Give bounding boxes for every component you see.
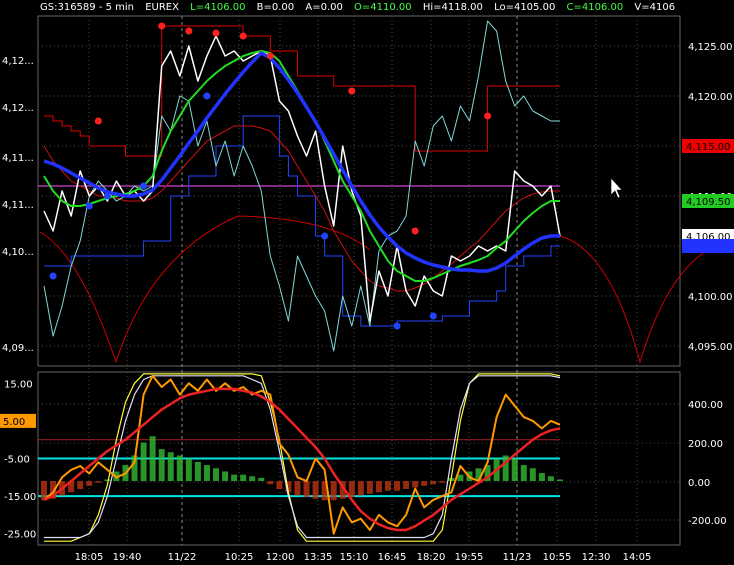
osc-right-tick-label: 0.00 [688,478,710,489]
red-signal-dot [266,52,274,60]
price-left-tick-label: 4,11... [2,200,34,211]
symbol-label: GS:316589 - 5 min [40,2,135,13]
blue-signal-dot [140,182,148,190]
x-tick-label: 12:30 [582,552,611,563]
osc-left-tick-label: -25.00 [4,530,36,541]
price-left-tick-label: 4,12... [2,103,34,114]
x-tick-label: 11/22 [168,552,197,563]
blue-signal-dot [85,202,93,210]
price-badge-label: 4,115.00 [686,142,731,153]
x-tick-label: 11/23 [503,552,532,563]
ask-price: A=0.00 [305,2,343,13]
red-signal-dot [411,227,419,235]
x-tick-label: 18:20 [417,552,446,563]
blue-signal-dot [393,322,401,330]
x-tick-label: 16:45 [378,552,407,563]
price-right-tick-label: 4,125.00 [688,42,733,53]
osc-right-tick-label: 200.00 [688,439,723,450]
close-price: C=4106.00 [566,2,624,13]
red-signal-dot [185,27,193,35]
x-tick-label: 19:55 [455,552,484,563]
price-right-tick-label: 4,120.00 [688,92,733,103]
red-signal-dot [484,112,492,120]
x-tick-label: 12:00 [266,552,295,563]
mouse-cursor-icon [610,177,623,199]
blue-signal-dot [429,312,437,320]
last-price: L=4106.00 [190,2,246,13]
price-left-tick-label: 4,10... [2,247,34,258]
price-right-tick-label: 4,100.00 [688,292,733,303]
red-signal-dot [239,32,247,40]
quote-header: GS:316589 - 5 min EUREX L=4106.00 B=0.00… [0,0,734,16]
osc-white-line [44,375,561,539]
red-signal-dot [348,87,356,95]
price-close-line [43,35,561,322]
x-tick-label: 18:05 [75,552,104,563]
price-badge-label: 4,105.00 [686,242,731,253]
osc-orange-line [43,374,561,535]
slow-ma-line [43,51,560,273]
x-tick-label: 14:05 [623,552,652,563]
price-right-tick-label: 4,095.00 [688,342,733,353]
x-tick-label: 13:35 [304,552,333,563]
price-left-tick-label: 4,09... [2,343,34,354]
price-oscillator-chart: 18:05 19:40 11/22 10:25 12:00 13:35 15:10 16:45… [0,15,734,563]
price-left-tick-label: 4,11... [2,153,34,164]
price-left-tick-label: 4,12... [2,56,34,67]
blue-signal-dot [49,272,57,280]
blue-signal-dot [103,192,111,200]
bid-price: B=0.00 [256,2,295,13]
osc-right-tick-label: -200.00 [688,516,727,527]
blue-signal-dot [321,232,329,240]
osc-left-badge-label: 5.00 [3,417,25,428]
exchange-label: EUREX [145,2,179,13]
price-badge-label: 4,109.50 [686,197,731,208]
osc-right-tick-label: 400.00 [688,400,723,411]
high-price: Hi=4118.00 [422,2,483,13]
open-price: O=4110.00 [354,2,412,13]
osc-left-tick-label: 15.00 [4,379,33,390]
red-signal-dot [212,29,220,37]
x-tick-label: 10:55 [543,552,572,563]
red-signal-dot [158,22,166,30]
red-signal-dot [94,117,102,125]
x-tick-label: 19:40 [113,552,142,563]
x-tick-label: 10:25 [225,552,254,563]
osc-left-tick-label: -15.00 [4,492,36,503]
x-tick-label: 15:10 [340,552,369,563]
osc-left-tick-label: -5.00 [4,455,30,466]
blue-signal-dot [203,92,211,100]
low-price: Lo=4105.00 [494,2,556,13]
volume-value: V=4106 [634,2,676,13]
